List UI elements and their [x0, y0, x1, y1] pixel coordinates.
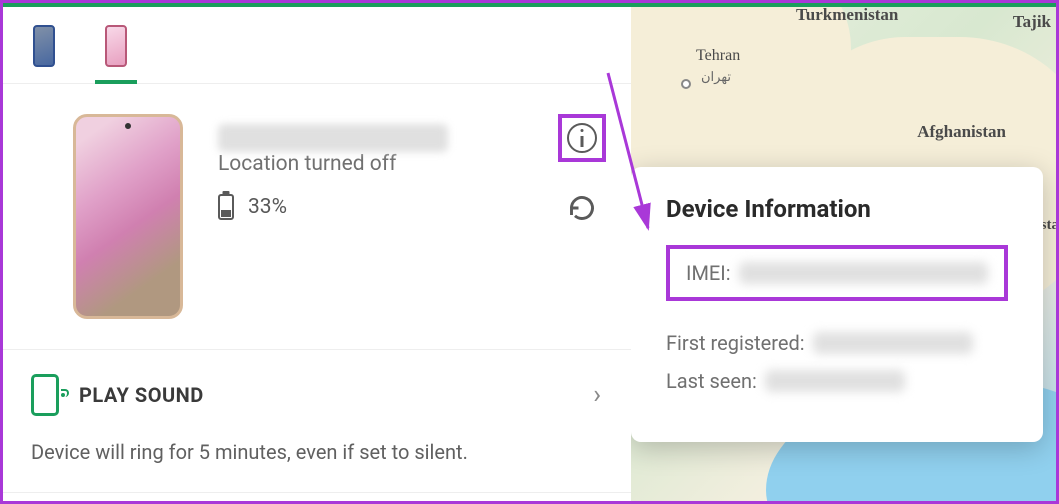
map-label-turkmenistan: Turkmenistan	[796, 7, 898, 25]
map-label-afghanistan: Afghanistan	[917, 122, 1006, 142]
device-image	[73, 114, 183, 319]
last-seen-row: Last seen:	[666, 369, 1008, 393]
map-label-tajik: Tajik	[1013, 12, 1051, 32]
device-info-popup: Device Information IMEI: First registere…	[631, 167, 1043, 442]
first-registered-label: First registered:	[666, 331, 805, 355]
device-tab-1[interactable]	[23, 19, 65, 83]
last-seen-value	[765, 370, 905, 392]
refresh-button[interactable]	[568, 194, 596, 222]
map-marker-tehran	[681, 79, 691, 89]
first-registered-row: First registered:	[666, 331, 1008, 355]
play-sound-button[interactable]: PLAY SOUND ›	[3, 350, 631, 440]
play-sound-label: PLAY SOUND	[79, 383, 204, 407]
last-seen-label: Last seen:	[666, 369, 757, 393]
first-registered-value	[813, 332, 973, 354]
info-icon	[567, 123, 597, 153]
play-sound-description: Device will ring for 5 minutes, even if …	[3, 440, 631, 493]
popup-title: Device Information	[666, 195, 1008, 223]
imei-row: IMEI:	[666, 245, 1008, 301]
map[interactable]: Turkmenistan Tajik Tehran تهران Afghanis…	[631, 7, 1056, 501]
imei-label: IMEI:	[686, 261, 731, 285]
device-tab-2[interactable]	[95, 19, 137, 83]
battery-percentage: 33%	[248, 195, 287, 219]
imei-value	[739, 262, 988, 284]
device-card: Location turned off 33%	[3, 84, 631, 350]
device-info-button[interactable]	[558, 114, 606, 162]
map-label-tehran: Tehran	[696, 47, 740, 65]
phone-thumbnail-icon	[105, 25, 127, 67]
device-panel: Location turned off 33% PLAY SOUND › D	[3, 7, 631, 501]
battery-icon	[218, 194, 234, 220]
play-sound-icon	[31, 374, 59, 416]
map-label-tehran-sub: تهران	[701, 69, 731, 85]
chevron-right-icon: ›	[593, 380, 601, 410]
refresh-icon	[568, 194, 596, 222]
phone-thumbnail-icon	[33, 25, 55, 67]
location-status: Location turned off	[218, 152, 606, 176]
device-name	[218, 124, 448, 152]
device-tabs	[3, 7, 631, 84]
